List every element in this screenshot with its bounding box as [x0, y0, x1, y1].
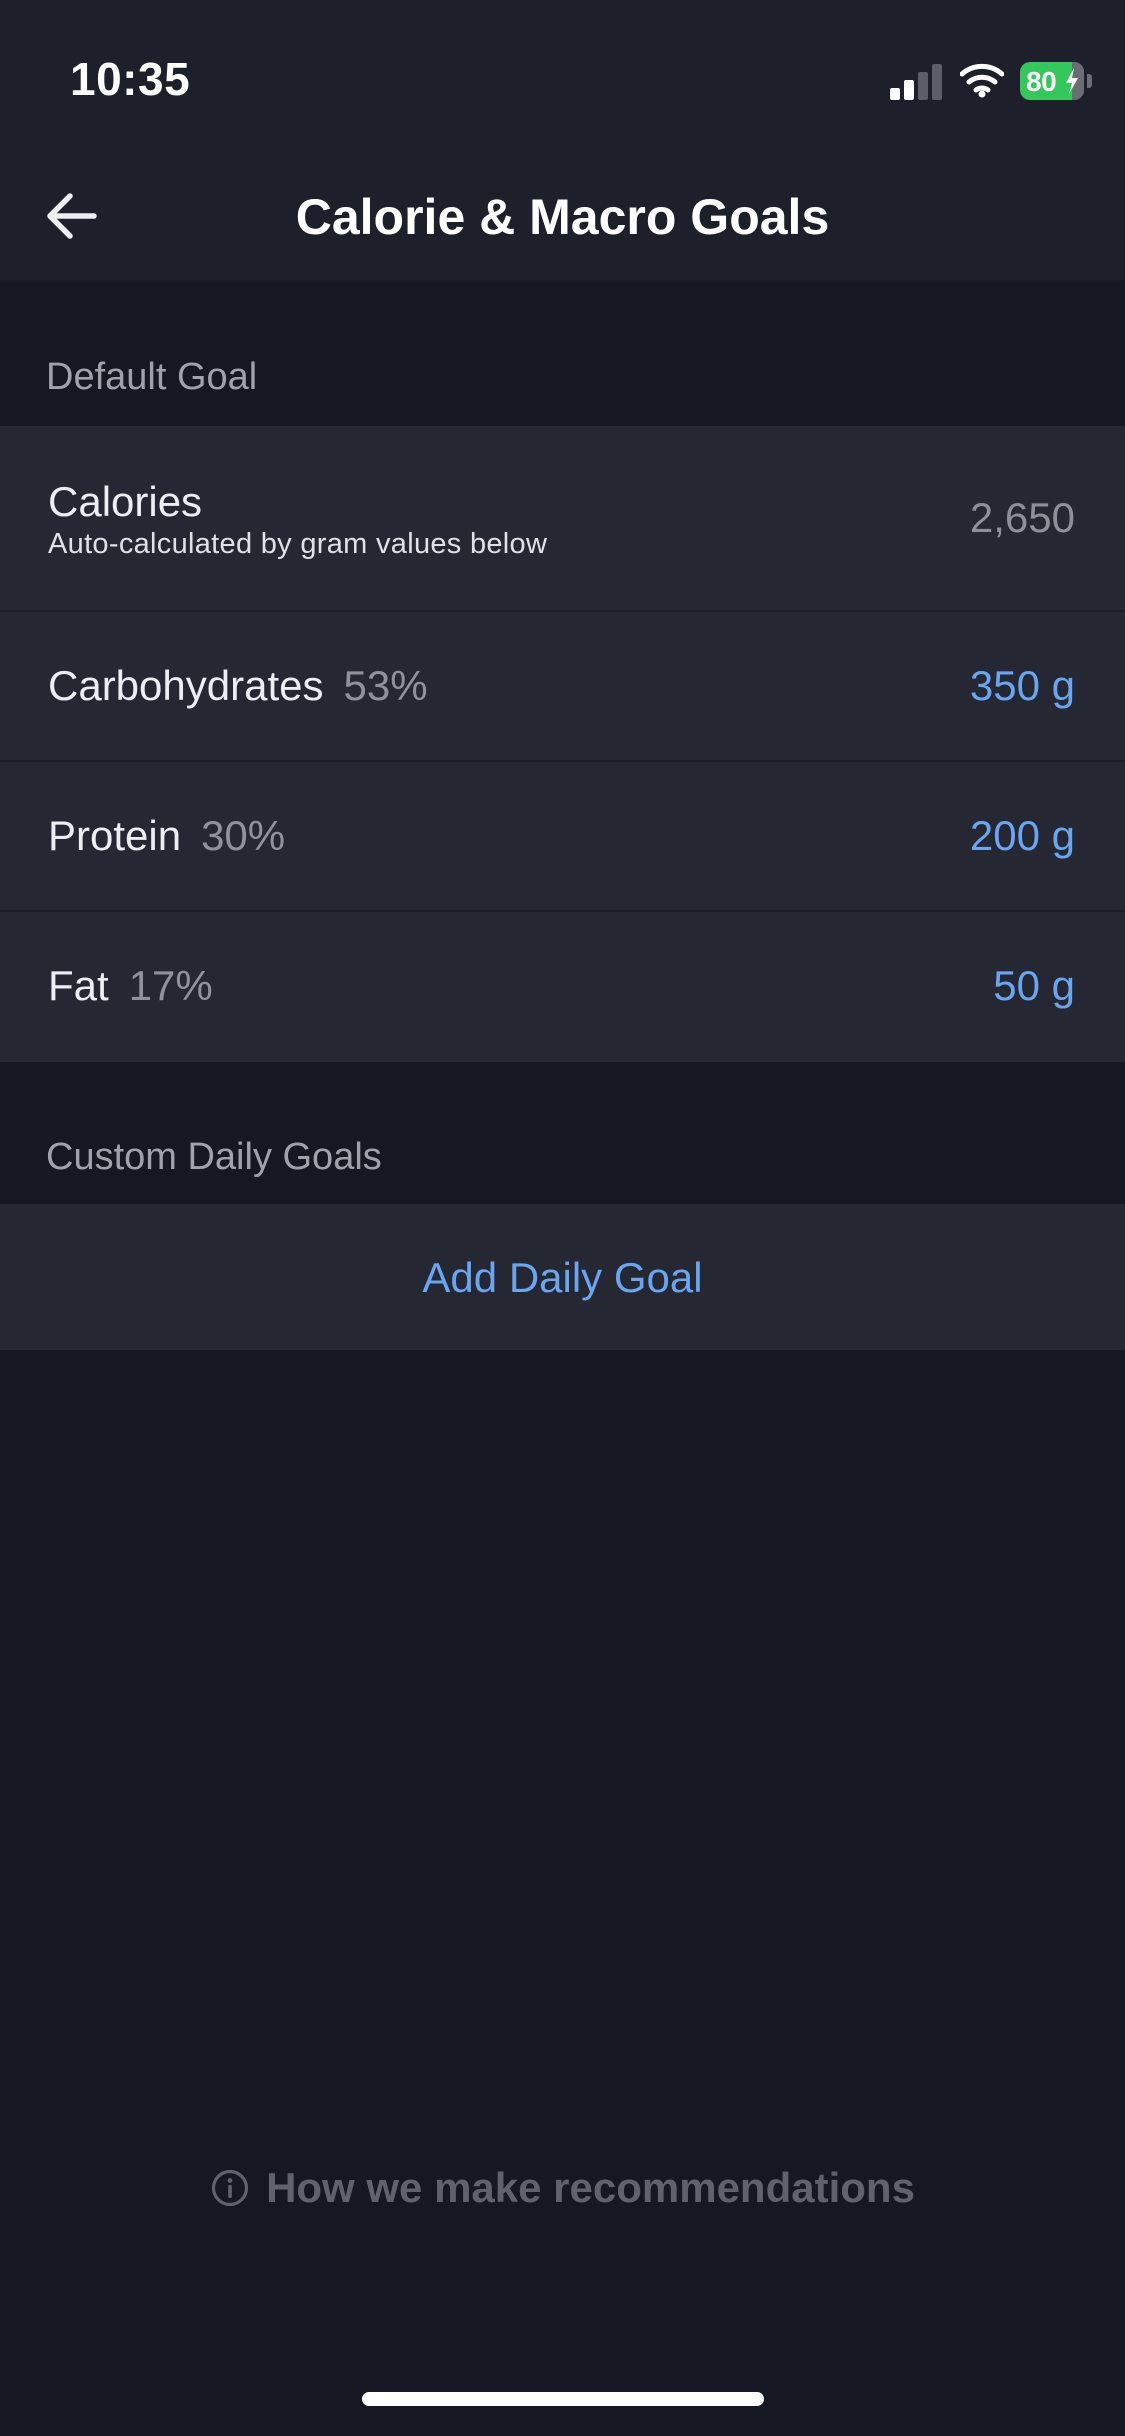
- recommendations-label: How we make recommendations: [266, 2164, 915, 2211]
- add-daily-goal-button[interactable]: Add Daily Goal: [0, 1254, 1125, 1302]
- macro-percent: 30%: [201, 812, 286, 859]
- macro-label: Protein 30%: [48, 812, 285, 860]
- status-time: 10:35: [70, 53, 191, 105]
- info-circle-icon: [211, 2169, 249, 2207]
- macro-grams-value[interactable]: 350 g: [970, 662, 1075, 710]
- calorie-macro-goals-screen: 10:35 80 Calorie & Macro Goals Default G…: [0, 0, 1125, 2436]
- section-header-custom-daily-goals: Custom Daily Goals: [46, 1136, 382, 1178]
- macro-row-fat[interactable]: Fat 17% 50 g: [0, 912, 1125, 1062]
- home-indicator[interactable]: [362, 2392, 764, 2406]
- calories-label: Calories: [48, 478, 203, 525]
- calories-row[interactable]: Calories Auto-calculated by gram values …: [0, 426, 1125, 612]
- macro-percent: 17%: [128, 962, 213, 1009]
- macro-label: Carbohydrates 53%: [48, 662, 428, 710]
- status-bar: 10:35 80: [0, 0, 1125, 150]
- macro-name: Carbohydrates: [48, 662, 324, 709]
- macro-row-protein[interactable]: Protein 30% 200 g: [0, 762, 1125, 912]
- charging-bolt-icon: [1066, 68, 1078, 94]
- macro-row-carbohydrates[interactable]: Carbohydrates 53% 350 g: [0, 612, 1125, 762]
- navigation-bar: Calorie & Macro Goals: [0, 150, 1125, 282]
- page-title: Calorie & Macro Goals: [295, 189, 830, 245]
- calories-subtitle: Auto-calculated by gram values below: [48, 528, 548, 560]
- macro-name: Protein: [48, 812, 182, 859]
- section-header-default-goal: Default Goal: [46, 356, 258, 398]
- macro-grams-value[interactable]: 50 g: [993, 962, 1075, 1010]
- recommendations-link[interactable]: How we make recommendations: [0, 2164, 1125, 2212]
- calories-value: 2,650: [969, 494, 1075, 541]
- wifi-icon: [960, 63, 1004, 98]
- battery-cap: [1087, 74, 1092, 88]
- battery-level: 80: [1026, 66, 1057, 97]
- macro-name: Fat: [48, 962, 109, 1009]
- cellular-signal-icon: [890, 64, 946, 100]
- macro-label: Fat 17%: [48, 962, 213, 1010]
- macro-percent: 53%: [343, 662, 428, 709]
- add-daily-goal-row[interactable]: Add Daily Goal: [0, 1204, 1125, 1350]
- battery-icon: 80: [1020, 62, 1084, 100]
- macro-grams-value[interactable]: 200 g: [970, 812, 1075, 860]
